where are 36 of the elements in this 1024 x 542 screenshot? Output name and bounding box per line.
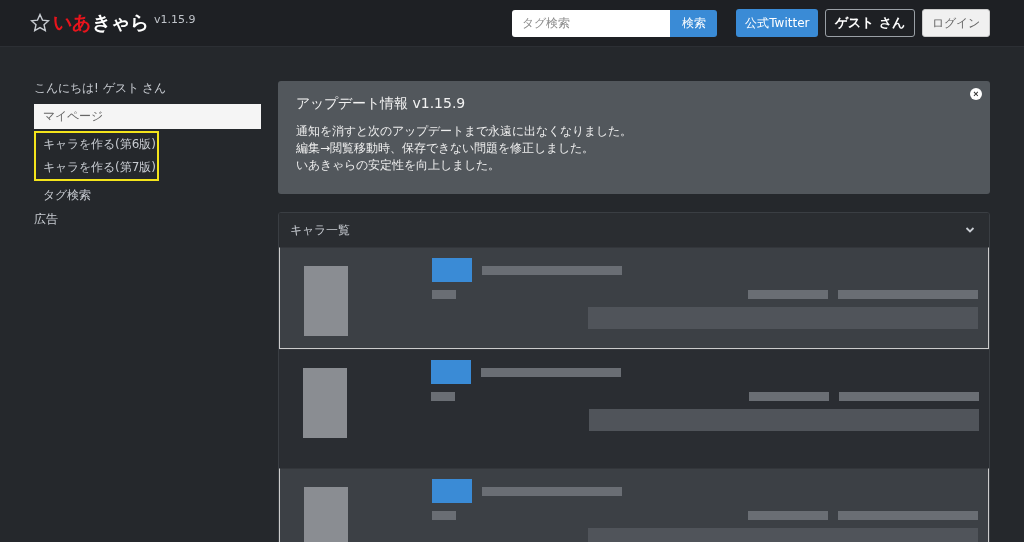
- close-button[interactable]: ×: [970, 88, 982, 100]
- blurred-avatar: [303, 368, 347, 438]
- chevron-icon[interactable]: [965, 226, 975, 234]
- blurred-text: [432, 290, 456, 299]
- list-title: キャラ一覧: [290, 221, 350, 239]
- logo-text: いあ: [53, 10, 91, 35]
- character-row[interactable]: [279, 247, 989, 349]
- character-row[interactable]: [279, 349, 989, 468]
- tag-search-field[interactable]: タグ検索: [512, 9, 671, 37]
- sidebar-link[interactable]: キャラを作る(第6版): [36, 133, 157, 156]
- blurred-badge: [432, 258, 472, 282]
- list-header[interactable]: キャラ一覧: [279, 213, 989, 247]
- logo-text: きゃら: [92, 10, 149, 35]
- site-logo[interactable]: いあ きゃら v1.15.9: [30, 10, 196, 36]
- sidebar-link[interactable]: マイページ: [34, 104, 261, 129]
- notice-title: アップデート情報 v1.15.9: [296, 95, 467, 113]
- blurred-badge: [431, 360, 471, 384]
- greeting-text: こんにちは! ゲスト さん: [34, 80, 168, 97]
- header-button[interactable]: ログイン: [922, 9, 990, 37]
- blurred-text: [431, 392, 455, 401]
- star-icon: [30, 13, 50, 33]
- sidebar-link[interactable]: 広告: [34, 207, 261, 231]
- header-button[interactable]: ゲスト さん: [825, 9, 915, 37]
- sidebar-link[interactable]: キャラを作る(第7版): [36, 156, 157, 179]
- header-button[interactable]: 公式Twitter: [736, 9, 819, 37]
- blurred-badge: [432, 479, 472, 503]
- blurred-text: [432, 511, 456, 520]
- version-label: v1.15.9: [154, 13, 196, 26]
- blurred-avatar: [304, 487, 348, 542]
- notice-line: 通知を消すと次のアップデートまで永遠に出なくなりました。: [296, 123, 633, 140]
- sidebar-link[interactable]: タグ検索: [34, 183, 261, 207]
- notice-line: 編集→閲覧移動時、保存できない問題を修正しました。: [296, 140, 596, 157]
- search-button[interactable]: 検索: [670, 9, 718, 37]
- character-row[interactable]: [279, 468, 989, 542]
- notice-line: いあきゃらの安定性を向上しました。: [296, 157, 501, 174]
- blurred-avatar: [304, 266, 348, 336]
